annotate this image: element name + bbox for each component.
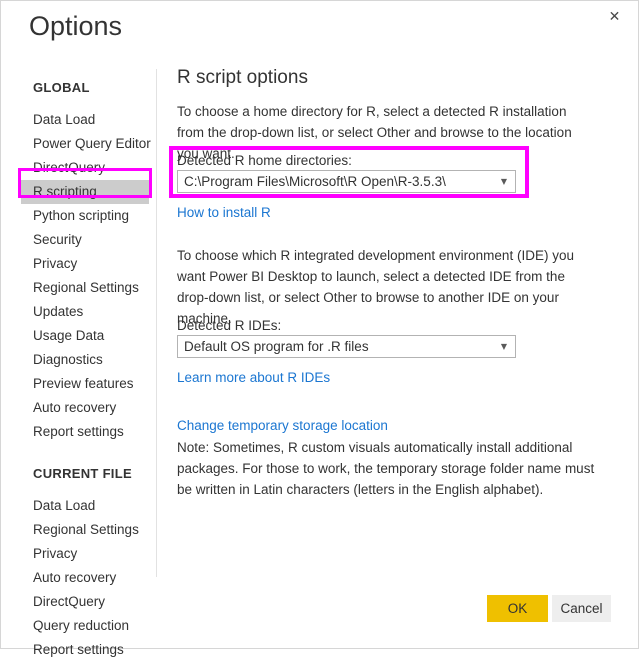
sidebar-item-privacy[interactable]: Privacy — [21, 252, 149, 276]
ok-button[interactable]: OK — [487, 595, 548, 622]
sidebar-item-data-load[interactable]: Data Load — [21, 494, 149, 518]
page-title: R script options — [177, 67, 308, 89]
sidebar-item-query-reduction[interactable]: Query reduction — [21, 614, 149, 638]
sidebar-item-auto-recovery[interactable]: Auto recovery — [21, 566, 149, 590]
dialog-title: Options — [29, 11, 122, 42]
close-button[interactable]: ✕ — [592, 2, 637, 32]
learn-more-about-r-ides-link[interactable]: Learn more about R IDEs — [177, 370, 330, 385]
sidebar-group-header: CURRENT FILE — [33, 466, 132, 481]
sidebar-item-regional-settings[interactable]: Regional Settings — [21, 276, 149, 300]
sidebar-item-power-query-editor[interactable]: Power Query Editor — [21, 132, 149, 156]
sidebar-item-security[interactable]: Security — [21, 228, 149, 252]
sidebar-item-data-load[interactable]: Data Load — [21, 108, 149, 132]
how-to-install-r-link[interactable]: How to install R — [177, 205, 271, 220]
sidebar-group-header: GLOBAL — [33, 80, 90, 95]
change-temporary-storage-location-link[interactable]: Change temporary storage location — [177, 418, 388, 433]
ide-label: Detected R IDEs: — [177, 318, 281, 333]
sidebar-item-preview-features[interactable]: Preview features — [21, 372, 149, 396]
sidebar-item-updates[interactable]: Updates — [21, 300, 149, 324]
chevron-down-icon: ▼ — [493, 178, 515, 186]
sidebar-divider — [156, 69, 157, 577]
detected-r-home-directories-dropdown[interactable]: C:\Program Files\Microsoft\R Open\R-3.5.… — [177, 170, 516, 193]
sidebar-item-auto-recovery[interactable]: Auto recovery — [21, 396, 149, 420]
sidebar-item-usage-data[interactable]: Usage Data — [21, 324, 149, 348]
sidebar-item-directquery[interactable]: DirectQuery — [21, 156, 149, 180]
sidebar-item-report-settings[interactable]: Report settings — [21, 420, 149, 444]
detected-r-ides-value: Default OS program for .R files — [178, 339, 493, 354]
detected-r-home-directories-value: C:\Program Files\Microsoft\R Open\R-3.5.… — [178, 174, 493, 189]
sidebar-item-report-settings[interactable]: Report settings — [21, 638, 149, 662]
sidebar-item-directquery[interactable]: DirectQuery — [21, 590, 149, 614]
sidebar-item-r-scripting[interactable]: R scripting — [21, 180, 149, 204]
close-icon: ✕ — [609, 10, 621, 24]
home-dir-label: Detected R home directories: — [177, 153, 352, 168]
sidebar-item-diagnostics[interactable]: Diagnostics — [21, 348, 149, 372]
options-sidebar: GLOBALData LoadPower Query EditorDirectQ… — [1, 63, 156, 578]
sidebar-item-privacy[interactable]: Privacy — [21, 542, 149, 566]
options-dialog: Options ✕ GLOBALData LoadPower Query Edi… — [0, 0, 639, 649]
dialog-titlebar: Options ✕ — [1, 1, 638, 53]
ide-description: To choose which R integrated development… — [177, 245, 581, 329]
storage-note: Note: Sometimes, R custom visuals automa… — [177, 437, 601, 500]
chevron-down-icon: ▼ — [493, 343, 515, 351]
detected-r-ides-dropdown[interactable]: Default OS program for .R files ▼ — [177, 335, 516, 358]
cancel-button[interactable]: Cancel — [552, 595, 611, 622]
sidebar-item-python-scripting[interactable]: Python scripting — [21, 204, 149, 228]
sidebar-item-regional-settings[interactable]: Regional Settings — [21, 518, 149, 542]
